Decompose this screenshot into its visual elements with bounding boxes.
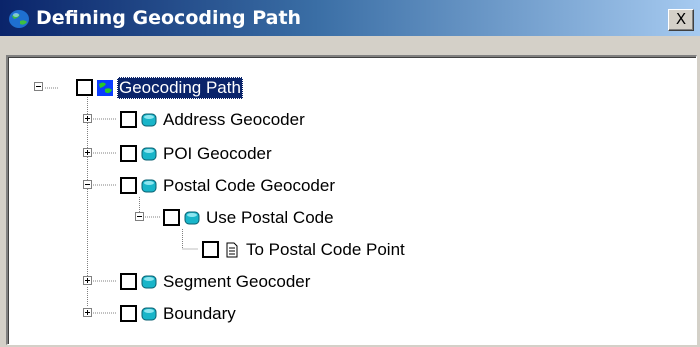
checkbox-segment-geocoder[interactable]: [120, 273, 137, 290]
geocoder-icon: [184, 211, 200, 225]
expand-toggle-boundary[interactable]: [83, 308, 92, 317]
geocoder-icon: [141, 113, 157, 127]
title-bar[interactable]: Defining Geocoding Path X: [0, 0, 700, 36]
dialog-window: Defining Geocoding Path X Geocoding Path…: [0, 0, 700, 345]
checkbox-address-geocoder[interactable]: [120, 111, 137, 128]
globe-icon: [9, 10, 29, 28]
tree-node-label: Boundary: [163, 304, 236, 323]
window-title: Defining Geocoding Path: [36, 7, 302, 29]
checkbox-poi-geocoder[interactable]: [120, 145, 137, 162]
collapse-toggle-root[interactable]: [34, 82, 43, 91]
geocoder-icon: [141, 179, 157, 193]
checkbox-use-postal-code[interactable]: [163, 209, 180, 226]
tree-connector-lines: [45, 87, 198, 314]
checkbox-to-postal-code-point[interactable]: [202, 241, 219, 258]
globe-icon: [97, 80, 113, 96]
tree-node-label: Postal Code Geocoder: [163, 176, 335, 195]
tree-node-label: Address Geocoder: [163, 110, 305, 129]
checkbox-boundary[interactable]: [120, 305, 137, 322]
geocoder-icon: [141, 275, 157, 289]
geocoder-icon: [141, 307, 157, 321]
expand-toggle-poi-geocoder[interactable]: [83, 148, 92, 157]
expand-toggle-segment-geocoder[interactable]: [83, 276, 92, 285]
checkbox-root[interactable]: [76, 79, 93, 96]
geocoder-icon: [141, 147, 157, 161]
collapse-toggle-postal-code-geocoder[interactable]: [83, 180, 92, 189]
expand-toggle-address-geocoder[interactable]: [83, 114, 92, 123]
checkbox-postal-code-geocoder[interactable]: [120, 177, 137, 194]
collapse-toggle-use-postal-code[interactable]: [135, 212, 144, 221]
document-icon: [226, 242, 238, 258]
tree-view[interactable]: Geocoding Path Address Geocoder POI Geoc…: [6, 55, 697, 345]
tree-node-label: Use Postal Code: [206, 208, 334, 227]
tree-node-label: Segment Geocoder: [163, 272, 311, 291]
close-button[interactable]: X: [668, 9, 694, 31]
tree-node-label: POI Geocoder: [163, 144, 272, 163]
tree-node-label-root: Geocoding Path: [117, 77, 243, 99]
tree-node-label: To Postal Code Point: [246, 240, 405, 259]
